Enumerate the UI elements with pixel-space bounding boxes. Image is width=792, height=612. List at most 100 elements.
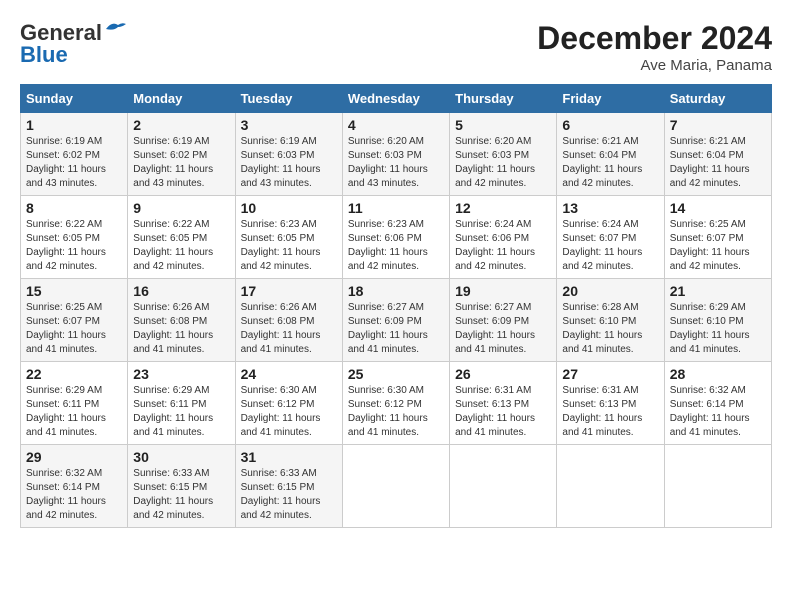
- table-row: 25Sunrise: 6:30 AMSunset: 6:12 PMDayligh…: [342, 362, 449, 445]
- day-info: Sunrise: 6:29 AMSunset: 6:11 PMDaylight:…: [26, 384, 122, 440]
- day-info: Sunrise: 6:33 AMSunset: 6:15 PMDaylight:…: [133, 467, 229, 523]
- day-number: 19: [455, 283, 551, 299]
- day-info: Sunrise: 6:29 AMSunset: 6:10 PMDaylight:…: [670, 301, 766, 357]
- day-number: 14: [670, 200, 766, 216]
- table-row: 2 Sunrise: 6:19 AMSunset: 6:02 PMDaylight…: [128, 113, 235, 196]
- day-number: 15: [26, 283, 122, 299]
- table-row: 1 Sunrise: 6:19 AMSunset: 6:02 PMDaylight…: [21, 113, 128, 196]
- calendar-row: 29 Sunrise: 6:32 AMSunset: 6:14 PMDayligh…: [21, 445, 772, 528]
- day-number: 29: [26, 449, 122, 465]
- title-block: December 2024 Ave Maria, Panama: [537, 20, 772, 74]
- table-row: 13Sunrise: 6:24 AMSunset: 6:07 PMDayligh…: [557, 196, 664, 279]
- day-info: Sunrise: 6:21 AMSunset: 6:04 PMDaylight:…: [670, 135, 766, 191]
- day-info: Sunrise: 6:20 AMSunset: 6:03 PMDaylight:…: [455, 135, 551, 191]
- column-header-wednesday: Wednesday: [342, 85, 449, 113]
- day-info: Sunrise: 6:33 AMSunset: 6:15 PMDaylight:…: [241, 467, 337, 523]
- day-number: 5: [455, 117, 551, 133]
- calendar-header-row: SundayMondayTuesdayWednesdayThursdayFrid…: [21, 85, 772, 113]
- table-row: 31 Sunrise: 6:33 AMSunset: 6:15 PMDayligh…: [235, 445, 342, 528]
- table-row: 9Sunrise: 6:22 AMSunset: 6:05 PMDaylight…: [128, 196, 235, 279]
- day-info: Sunrise: 6:27 AMSunset: 6:09 PMDaylight:…: [348, 301, 444, 357]
- table-row: 23 Sunrise: 6:29 AMSunset: 6:11 PMDayligh…: [128, 362, 235, 445]
- table-row: 5 Sunrise: 6:20 AMSunset: 6:03 PMDaylight…: [450, 113, 557, 196]
- day-info: Sunrise: 6:26 AMSunset: 6:08 PMDaylight:…: [241, 301, 337, 357]
- table-row: 18 Sunrise: 6:27 AMSunset: 6:09 PMDayligh…: [342, 279, 449, 362]
- day-info: Sunrise: 6:21 AMSunset: 6:04 PMDaylight:…: [562, 135, 658, 191]
- day-number: 31: [241, 449, 337, 465]
- logo-bird-icon: [104, 21, 126, 37]
- month-title: December 2024: [537, 20, 772, 57]
- day-number: 25: [348, 366, 444, 382]
- day-number: 16: [133, 283, 229, 299]
- table-row: 4Sunrise: 6:20 AMSunset: 6:03 PMDaylight…: [342, 113, 449, 196]
- calendar-row: 8Sunrise: 6:22 AMSunset: 6:05 PMDaylight…: [21, 196, 772, 279]
- table-row: 19 Sunrise: 6:27 AMSunset: 6:09 PMDayligh…: [450, 279, 557, 362]
- calendar-body: 1 Sunrise: 6:19 AMSunset: 6:02 PMDaylight…: [21, 113, 772, 528]
- day-number: 1: [26, 117, 122, 133]
- table-row: 11 Sunrise: 6:23 AMSunset: 6:06 PMDayligh…: [342, 196, 449, 279]
- table-row: 17 Sunrise: 6:26 AMSunset: 6:08 PMDayligh…: [235, 279, 342, 362]
- day-info: Sunrise: 6:24 AMSunset: 6:06 PMDaylight:…: [455, 218, 551, 274]
- table-row: 29 Sunrise: 6:32 AMSunset: 6:14 PMDayligh…: [21, 445, 128, 528]
- day-number: 22: [26, 366, 122, 382]
- day-info: Sunrise: 6:20 AMSunset: 6:03 PMDaylight:…: [348, 135, 444, 191]
- calendar-row: 15Sunrise: 6:25 AMSunset: 6:07 PMDayligh…: [21, 279, 772, 362]
- day-info: Sunrise: 6:23 AMSunset: 6:05 PMDaylight:…: [241, 218, 337, 274]
- day-number: 2: [133, 117, 229, 133]
- day-info: Sunrise: 6:19 AMSunset: 6:02 PMDaylight:…: [133, 135, 229, 191]
- day-number: 28: [670, 366, 766, 382]
- day-number: 17: [241, 283, 337, 299]
- table-row: 3Sunrise: 6:19 AMSunset: 6:03 PMDaylight…: [235, 113, 342, 196]
- day-number: 12: [455, 200, 551, 216]
- day-info: Sunrise: 6:32 AMSunset: 6:14 PMDaylight:…: [670, 384, 766, 440]
- day-number: 27: [562, 366, 658, 382]
- table-row: 26 Sunrise: 6:31 AMSunset: 6:13 PMDayligh…: [450, 362, 557, 445]
- day-info: Sunrise: 6:23 AMSunset: 6:06 PMDaylight:…: [348, 218, 444, 274]
- table-row: 14 Sunrise: 6:25 AMSunset: 6:07 PMDayligh…: [664, 196, 771, 279]
- day-info: Sunrise: 6:28 AMSunset: 6:10 PMDaylight:…: [562, 301, 658, 357]
- day-info: Sunrise: 6:31 AMSunset: 6:13 PMDaylight:…: [562, 384, 658, 440]
- day-number: 26: [455, 366, 551, 382]
- column-header-saturday: Saturday: [664, 85, 771, 113]
- table-row: 12 Sunrise: 6:24 AMSunset: 6:06 PMDayligh…: [450, 196, 557, 279]
- day-info: Sunrise: 6:27 AMSunset: 6:09 PMDaylight:…: [455, 301, 551, 357]
- table-row: 8Sunrise: 6:22 AMSunset: 6:05 PMDaylight…: [21, 196, 128, 279]
- table-row: 6 Sunrise: 6:21 AMSunset: 6:04 PMDaylight…: [557, 113, 664, 196]
- day-number: 10: [241, 200, 337, 216]
- day-info: Sunrise: 6:26 AMSunset: 6:08 PMDaylight:…: [133, 301, 229, 357]
- location: Ave Maria, Panama: [537, 57, 772, 74]
- table-row: 28 Sunrise: 6:32 AMSunset: 6:14 PMDayligh…: [664, 362, 771, 445]
- table-row: 15Sunrise: 6:25 AMSunset: 6:07 PMDayligh…: [21, 279, 128, 362]
- day-info: Sunrise: 6:19 AMSunset: 6:02 PMDaylight:…: [26, 135, 122, 191]
- day-number: 21: [670, 283, 766, 299]
- day-number: 3: [241, 117, 337, 133]
- day-info: Sunrise: 6:24 AMSunset: 6:07 PMDaylight:…: [562, 218, 658, 274]
- day-info: Sunrise: 6:29 AMSunset: 6:11 PMDaylight:…: [133, 384, 229, 440]
- day-number: 23: [133, 366, 229, 382]
- page-header: General Blue December 2024 Ave Maria, Pa…: [20, 20, 772, 74]
- day-number: 20: [562, 283, 658, 299]
- table-row: [557, 445, 664, 528]
- day-number: 8: [26, 200, 122, 216]
- table-row: [450, 445, 557, 528]
- column-header-thursday: Thursday: [450, 85, 557, 113]
- day-info: Sunrise: 6:31 AMSunset: 6:13 PMDaylight:…: [455, 384, 551, 440]
- day-info: Sunrise: 6:30 AMSunset: 6:12 PMDaylight:…: [241, 384, 337, 440]
- table-row: 30Sunrise: 6:33 AMSunset: 6:15 PMDayligh…: [128, 445, 235, 528]
- day-number: 24: [241, 366, 337, 382]
- column-header-sunday: Sunday: [21, 85, 128, 113]
- day-number: 18: [348, 283, 444, 299]
- table-row: 10 Sunrise: 6:23 AMSunset: 6:05 PMDayligh…: [235, 196, 342, 279]
- calendar-table: SundayMondayTuesdayWednesdayThursdayFrid…: [20, 84, 772, 528]
- table-row: 7 Sunrise: 6:21 AMSunset: 6:04 PMDaylight…: [664, 113, 771, 196]
- day-info: Sunrise: 6:25 AMSunset: 6:07 PMDaylight:…: [670, 218, 766, 274]
- table-row: [342, 445, 449, 528]
- day-number: 7: [670, 117, 766, 133]
- table-row: 22 Sunrise: 6:29 AMSunset: 6:11 PMDayligh…: [21, 362, 128, 445]
- column-header-monday: Monday: [128, 85, 235, 113]
- logo-blue: Blue: [20, 42, 68, 68]
- day-number: 11: [348, 200, 444, 216]
- day-info: Sunrise: 6:32 AMSunset: 6:14 PMDaylight:…: [26, 467, 122, 523]
- day-number: 6: [562, 117, 658, 133]
- table-row: [664, 445, 771, 528]
